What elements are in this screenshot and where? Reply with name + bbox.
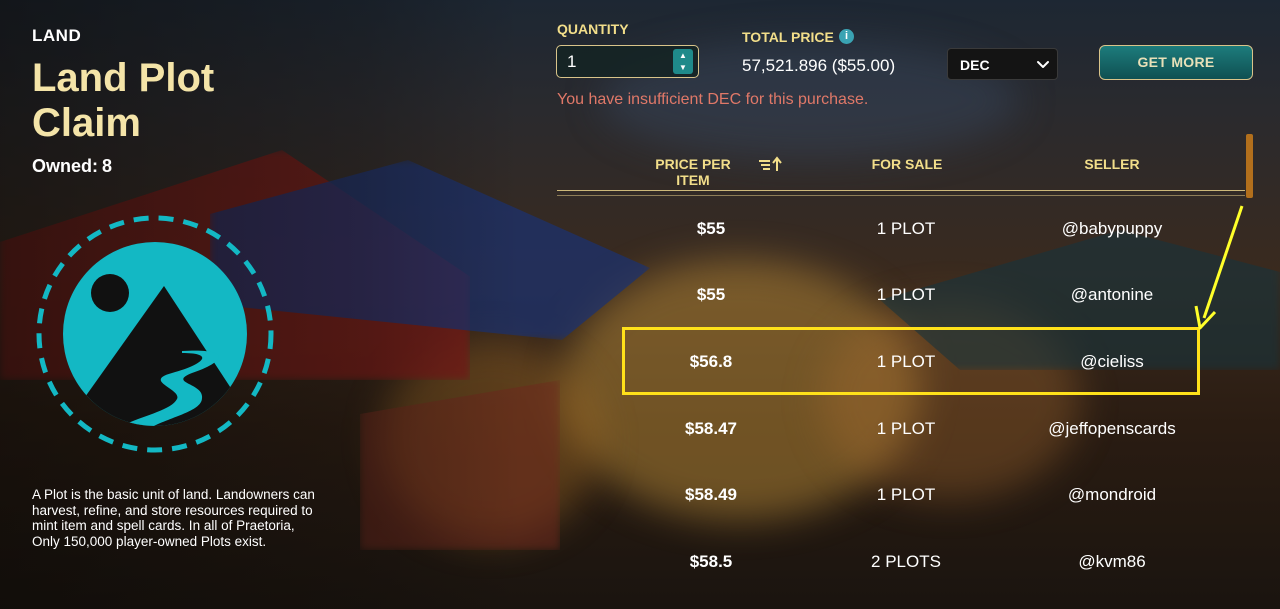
- chevron-down-icon: [1037, 61, 1049, 68]
- item-category: LAND: [32, 26, 82, 45]
- listing-table-header: PRICE PER ITEM FOR SALE SELLER: [557, 150, 1245, 192]
- row-seller[interactable]: @mondroid: [1027, 485, 1197, 505]
- table-row[interactable]: $58.49 1 PLOT @mondroid: [557, 463, 1245, 529]
- table-row[interactable]: $55 1 PLOT @antonine: [557, 263, 1245, 329]
- column-header-for-sale[interactable]: FOR SALE: [857, 156, 957, 172]
- row-for-sale: 1 PLOT: [876, 485, 936, 504]
- item-description: A Plot is the basic unit of land. Landow…: [32, 487, 315, 549]
- row-price: $55: [696, 219, 726, 238]
- row-price: $55: [696, 285, 726, 304]
- row-price: $58.47: [685, 419, 737, 438]
- row-seller[interactable]: @antonine: [1027, 285, 1197, 305]
- total-price-label: TOTAL PRICE: [742, 29, 834, 45]
- stepper-buttons: ▲ ▼: [673, 49, 693, 74]
- decrement-icon[interactable]: ▼: [673, 62, 693, 75]
- table-row[interactable]: $58.5 2 PLOTS @kvm86: [557, 530, 1245, 596]
- land-plot-logo: [36, 215, 274, 453]
- owned-label: Owned:: [32, 156, 98, 176]
- sort-ascending-icon[interactable]: [758, 156, 782, 172]
- table-row[interactable]: $58.47 1 PLOT @jeffopenscards: [557, 397, 1245, 463]
- highlight-box: [622, 327, 1200, 395]
- row-for-sale: 1 PLOT: [876, 219, 936, 238]
- row-price: $58.5: [689, 552, 733, 571]
- row-for-sale: 1 PLOT: [876, 285, 936, 304]
- item-title: Land Plot Claim: [32, 56, 215, 145]
- row-for-sale: 2 PLOTS: [871, 552, 941, 571]
- annotation-arrow-icon: [1194, 205, 1244, 330]
- table-scrollbar[interactable]: [1246, 134, 1253, 198]
- currency-selected: DEC: [960, 57, 990, 73]
- row-price: $58.49: [685, 485, 737, 504]
- row-seller[interactable]: @kvm86: [1027, 552, 1197, 572]
- total-price-value: 57,521.896 ($55.00): [742, 56, 896, 75]
- info-icon[interactable]: i: [839, 29, 854, 44]
- column-header-seller[interactable]: SELLER: [1037, 156, 1187, 172]
- column-header-price[interactable]: PRICE PER ITEM: [637, 156, 749, 188]
- insufficient-funds-warning: You have insufficient DEC for this purch…: [557, 91, 869, 108]
- get-more-button[interactable]: GET MORE: [1099, 45, 1253, 80]
- increment-icon[interactable]: ▲: [673, 49, 693, 62]
- header-divider: [557, 190, 1245, 191]
- header-divider-secondary: [557, 195, 1245, 196]
- quantity-stepper[interactable]: ▲ ▼: [556, 45, 699, 78]
- row-seller[interactable]: @jeffopenscards: [1027, 419, 1197, 439]
- quantity-input[interactable]: [567, 52, 667, 72]
- currency-select[interactable]: DEC: [947, 48, 1058, 80]
- quantity-label: QUANTITY: [557, 21, 629, 37]
- owned-count: Owned: 8: [32, 156, 112, 177]
- row-seller[interactable]: @babypuppy: [1027, 219, 1197, 239]
- row-for-sale: 1 PLOT: [876, 419, 936, 438]
- table-row[interactable]: $55 1 PLOT @babypuppy: [557, 197, 1245, 263]
- owned-value: 8: [102, 156, 113, 176]
